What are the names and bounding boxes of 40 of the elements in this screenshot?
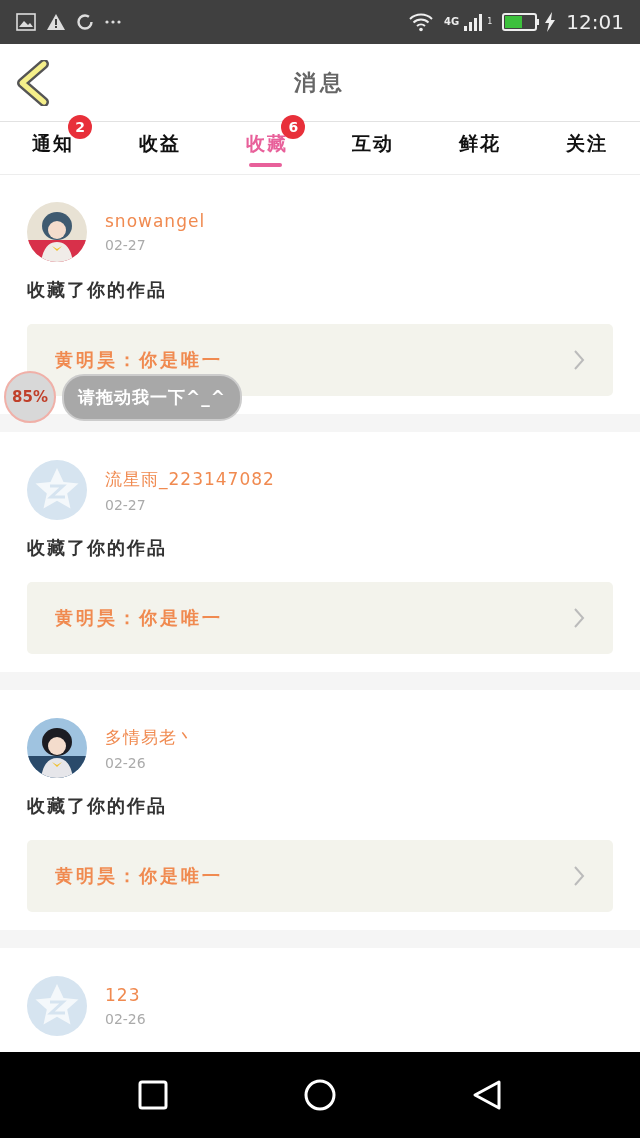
wifi-icon bbox=[408, 12, 435, 32]
battery-icon bbox=[502, 13, 541, 31]
default-avatar-icon bbox=[27, 976, 87, 1036]
image-icon bbox=[16, 13, 36, 31]
network-type: 4G bbox=[444, 16, 460, 27]
chevron-right-icon bbox=[573, 865, 585, 887]
work-link[interactable]: 黄明昊：你是唯一 bbox=[27, 582, 613, 654]
tab[interactable]: 鲜花 bbox=[459, 131, 501, 157]
page-title: 消息 bbox=[294, 68, 346, 97]
message-text: 收藏了你的作品 bbox=[27, 794, 168, 818]
date: 02-26 bbox=[105, 1011, 146, 1027]
tab[interactable]: 互动 bbox=[352, 131, 395, 157]
default-avatar-icon bbox=[27, 460, 87, 520]
user-name[interactable]: 多情易老丶 bbox=[105, 725, 195, 749]
signal-icon bbox=[463, 12, 484, 32]
chevron-right-icon bbox=[573, 607, 585, 629]
back-icon[interactable] bbox=[16, 60, 50, 106]
clock: 12:01 bbox=[566, 10, 624, 34]
back-nav-icon[interactable] bbox=[472, 1079, 502, 1111]
user-name[interactable]: 123 bbox=[105, 985, 146, 1005]
home-icon[interactable] bbox=[304, 1079, 336, 1111]
tab[interactable]: 关注 bbox=[565, 131, 608, 157]
tab-underline bbox=[249, 163, 283, 167]
recents-icon[interactable] bbox=[138, 1080, 168, 1110]
more-icon bbox=[104, 19, 122, 25]
sim-number: 1 bbox=[487, 17, 493, 26]
date: 02-26 bbox=[105, 754, 147, 771]
user-name[interactable]: snowangel bbox=[105, 211, 206, 231]
tab[interactable]: 收益 bbox=[139, 131, 181, 157]
message-text: 收藏了你的作品 bbox=[27, 536, 168, 560]
user-name[interactable]: 流星雨_223147082 bbox=[105, 467, 275, 491]
work-link[interactable]: 黄明昊：你是唯一 bbox=[27, 840, 613, 912]
sync-icon bbox=[76, 13, 94, 31]
date: 02-27 bbox=[105, 237, 147, 253]
charging-icon bbox=[544, 12, 557, 32]
message-text: 收藏了你的作品 bbox=[27, 278, 168, 302]
date: 02-27 bbox=[105, 496, 147, 513]
hint-bubble: 请拖动我一下^_^ bbox=[62, 373, 242, 421]
chevron-right-icon bbox=[573, 349, 585, 371]
warning-icon bbox=[46, 13, 66, 31]
